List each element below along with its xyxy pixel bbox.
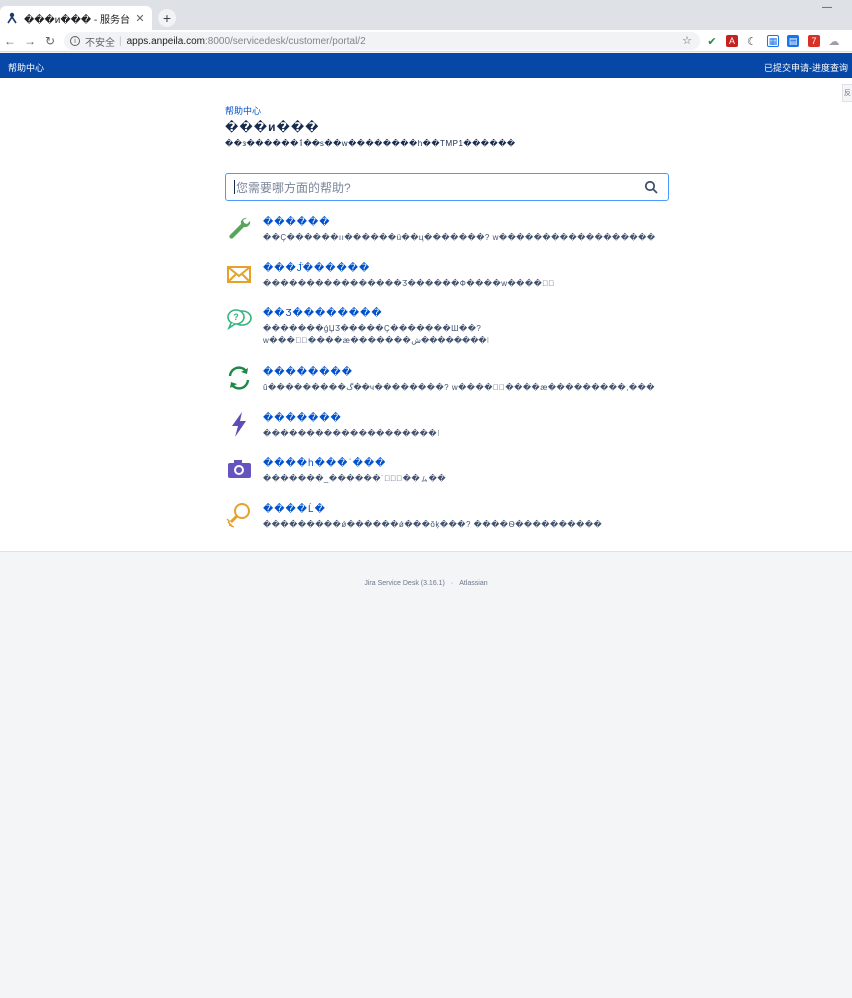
url-host: apps.anpeila.com — [126, 35, 205, 47]
url-path: :8000/servicedesk/customer/portal/2 — [205, 35, 366, 47]
refresh-icon — [228, 366, 250, 390]
address-bar[interactable]: i 不安全 | apps.anpeila.com:8000/servicedes… — [64, 32, 700, 50]
cloud-extension-icon[interactable]: ☁ — [828, 35, 840, 48]
forward-arrow-icon[interactable]: → — [22, 33, 38, 49]
checkmark-extension-icon[interactable]: ✔ — [706, 35, 718, 48]
portal-description: ��з������ٲ��ѕ��w��������h��TMP1������ — [225, 139, 516, 148]
request-type-description: �������_������˙�⃞⃞��ㇺ�� — [263, 474, 447, 483]
moon-extension-icon[interactable]: ☾ — [746, 35, 758, 48]
text-caret — [234, 180, 235, 194]
back-arrow-icon[interactable]: ← — [2, 33, 18, 49]
window-extension-icon[interactable]: ▤ — [787, 35, 799, 47]
side-feedback-tab[interactable]: 反 — [842, 84, 852, 102]
browser-toolbar: ← → ↻ i 不安全 | apps.anpeila.com:8000/serv… — [0, 30, 852, 52]
wrench-icon — [229, 217, 251, 239]
search-placeholder: 您需要哪方面的帮助? — [236, 180, 351, 195]
request-type-description: ����������������Ӡ������Ф����w�����⃞ — [263, 279, 555, 288]
new-tab-button[interactable]: + — [158, 9, 176, 27]
footer-separator: · — [450, 580, 454, 587]
footer-links: Jira Service Desk (3.16.1) · Atlassian — [0, 580, 852, 587]
request-type-name[interactable]: ����Ĺ� — [263, 504, 326, 515]
insecure-label: 不安全 — [85, 37, 115, 49]
url-separator: | — [119, 35, 122, 47]
request-type-name[interactable]: ����h���ˈ��� — [263, 458, 386, 469]
camera-icon — [228, 460, 251, 478]
portal-main: 反 帮助中心 ���и��� ��з������ٲ��ѕ��w��������h… — [0, 78, 852, 552]
translate-extension-icon[interactable]: ▦ — [767, 35, 779, 47]
speech-bubbles-icon: ? — [227, 309, 252, 331]
minimize-window-button[interactable]: — — [822, 2, 832, 13]
pdf-extension-icon[interactable]: A — [726, 35, 738, 47]
request-type-name[interactable]: ������ — [263, 217, 331, 228]
lightning-icon — [232, 412, 246, 437]
product-link[interactable]: Jira Service Desk (3.16.1) — [364, 580, 445, 587]
svg-text:?: ? — [233, 312, 239, 322]
browser-tab[interactable]: ���и��� - 服务台 ✕ — [0, 6, 152, 30]
reload-icon[interactable]: ↻ — [42, 33, 58, 49]
request-type-name[interactable]: �������� — [263, 367, 353, 378]
tab-title: ���и��� - 服务台 — [24, 14, 130, 26]
request-type-description: ���������ǿ������ǿ���ǒķ���? ����Ѳ��������… — [263, 520, 603, 529]
lightbulb-icon — [226, 503, 250, 528]
browser-tab-bar: ���и��� - 服务台 ✕ + — — [0, 0, 852, 30]
close-tab-icon[interactable]: ✕ — [134, 12, 146, 25]
request-type-name[interactable]: ���Ј̈́������ — [263, 263, 370, 274]
request-type-description: �������ǵЏӠ�����Ç�������Ш��? w����⃞����æ�… — [263, 324, 490, 345]
request-type-description: ��������������������⁝ — [263, 429, 441, 438]
envelope-icon — [227, 266, 251, 283]
badge-extension-icon[interactable]: 7 — [808, 35, 820, 47]
request-type-name[interactable]: ��Ӡ�������� — [263, 308, 383, 319]
breadcrumb[interactable]: 帮助中心 — [225, 104, 261, 117]
info-icon[interactable]: i — [70, 36, 80, 46]
page-footer: Jira Service Desk (3.16.1) · Atlassian — [0, 552, 852, 998]
portal-header: 帮助中心 已提交申请-进度查询 — [0, 53, 852, 78]
search-input[interactable]: 您需要哪方面的帮助? — [225, 173, 669, 201]
request-type-name[interactable]: ������� — [263, 413, 342, 424]
jira-favicon-icon — [6, 12, 18, 24]
bookmark-star-icon[interactable]: ☆ — [682, 34, 692, 47]
help-center-link[interactable]: 帮助中心 — [8, 61, 44, 74]
search-icon[interactable] — [644, 180, 658, 194]
page-title: ���и��� — [225, 120, 320, 134]
my-requests-link[interactable]: 已提交申请-进度查询 — [764, 61, 848, 74]
request-type-description: û���������گ��ч��������? w�����⃞����æ����… — [263, 383, 655, 392]
vendor-link[interactable]: Atlassian — [459, 580, 487, 587]
request-type-description: ��Ç������ıı������ü��ц�������? w���������… — [263, 233, 656, 242]
